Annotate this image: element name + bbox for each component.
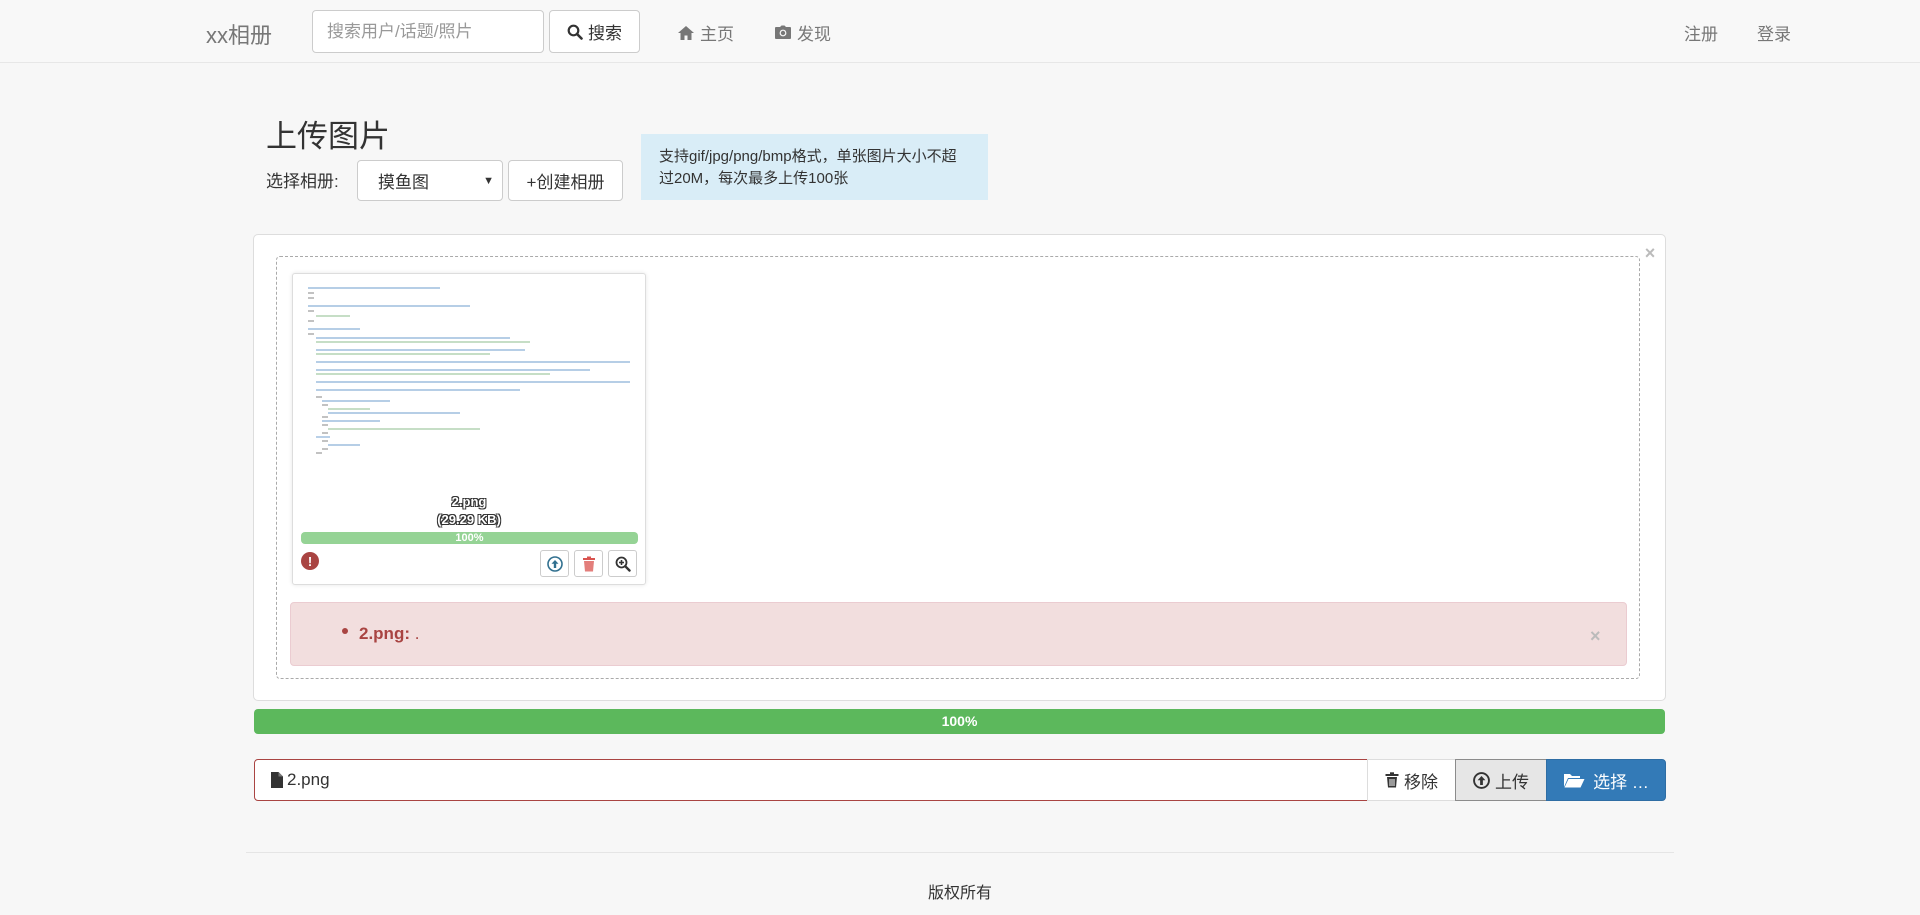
overall-progress-bar: 100%	[254, 709, 1665, 734]
nav-home-link[interactable]: 主页	[677, 20, 734, 45]
preview-file-size: (29.29 KB)	[437, 512, 501, 527]
file-icon	[271, 772, 283, 788]
error-message: 2.png: .	[359, 624, 419, 644]
nav-discover-link[interactable]: 发现	[774, 20, 831, 45]
remove-button-label: 移除	[1404, 772, 1438, 792]
search-button[interactable]: 搜索	[549, 10, 640, 53]
upload-circle-icon	[1473, 771, 1490, 789]
upload-circle-icon	[546, 555, 563, 572]
page-title: 上传图片	[266, 119, 390, 154]
home-icon	[677, 25, 695, 41]
preview-delete-button[interactable]	[574, 550, 603, 577]
camera-icon	[774, 25, 792, 40]
search-input[interactable]	[312, 10, 544, 53]
upload-button-label: 上传	[1495, 772, 1529, 792]
nav-home-label: 主页	[700, 25, 734, 44]
preview-progress-bar: 100%	[301, 532, 638, 544]
navbar: xx相册 搜索 主页 发现 注册 登录	[0, 0, 1920, 63]
preview-upload-button[interactable]	[540, 550, 569, 577]
nav-register-link[interactable]: 注册	[1684, 20, 1718, 45]
zoom-in-icon	[615, 556, 631, 572]
file-caption-name: 2.png	[287, 770, 330, 789]
error-alert	[290, 602, 1627, 666]
upload-button[interactable]: 上传	[1455, 759, 1547, 801]
footer-copyright: 版权所有	[927, 885, 992, 902]
error-icon: !	[301, 552, 319, 570]
preview-image	[300, 280, 638, 480]
error-bullet	[342, 628, 348, 634]
album-select-value: 摸鱼图	[378, 173, 429, 192]
caret-down-icon: ▼	[483, 175, 494, 187]
trash-icon	[1385, 772, 1399, 788]
error-file-name: 2.png:	[359, 624, 410, 643]
nav-login-link[interactable]: 登录	[1757, 20, 1791, 45]
search-icon	[567, 24, 583, 40]
trash-icon	[582, 556, 596, 572]
file-caption: 2.png	[254, 759, 1368, 801]
preview-file-name: 2.png	[451, 494, 487, 509]
close-icon[interactable]: ×	[1590, 626, 1601, 647]
browse-button[interactable]: 选择 …	[1546, 759, 1666, 801]
album-select-label: 选择相册:	[266, 172, 339, 191]
nav-discover-label: 发现	[797, 25, 831, 44]
footer-divider	[246, 852, 1674, 853]
remove-button[interactable]: 移除	[1367, 759, 1456, 801]
preview-progress-fill: 100%	[301, 532, 638, 544]
create-album-button[interactable]: +创建相册	[508, 160, 623, 201]
browse-button-label: 选择 …	[1593, 772, 1649, 792]
search-button-label: 搜索	[588, 24, 622, 43]
close-icon[interactable]: ×	[1642, 244, 1658, 262]
overall-progress-fill: 100%	[254, 709, 1665, 734]
upload-info-box: 支持gif/jpg/png/bmp格式，单张图片大小不超过20M，每次最多上传1…	[641, 134, 988, 200]
album-select[interactable]: 摸鱼图 ▼	[357, 160, 503, 201]
error-detail: .	[414, 624, 420, 643]
preview-zoom-button[interactable]	[608, 550, 637, 577]
folder-open-icon	[1563, 772, 1585, 788]
brand-logo[interactable]: xx相册	[206, 18, 272, 50]
